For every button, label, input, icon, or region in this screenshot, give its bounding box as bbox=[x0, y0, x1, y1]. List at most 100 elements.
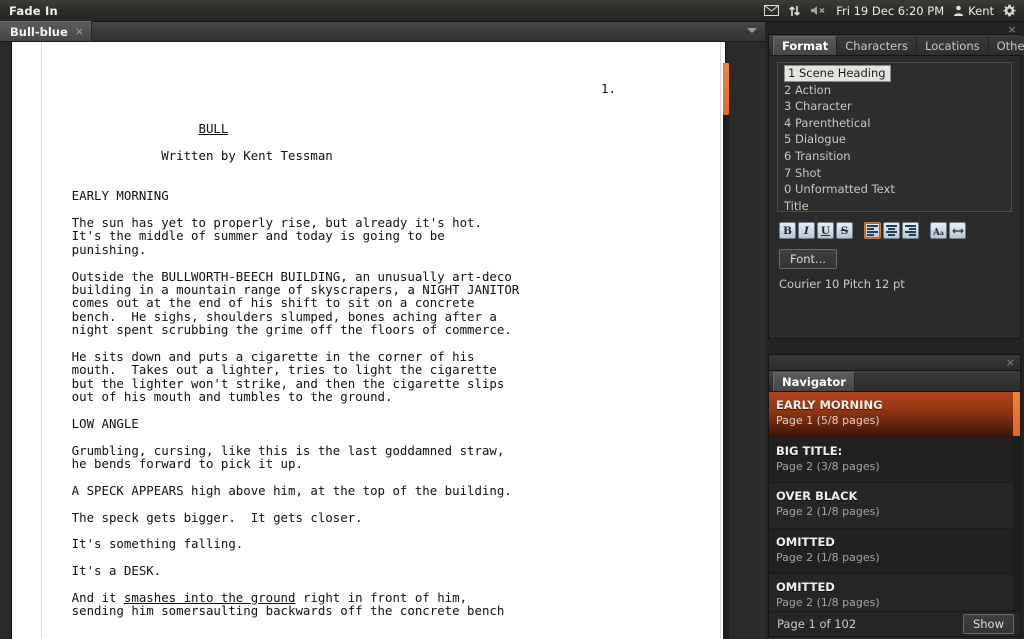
svg-text:a: a bbox=[940, 230, 944, 236]
bold-button[interactable]: B bbox=[779, 222, 796, 239]
font-size-icon[interactable]: Aa bbox=[930, 222, 947, 239]
user-icon bbox=[954, 5, 964, 16]
document-tab-label: Bull-blue bbox=[10, 24, 68, 39]
gear-icon[interactable] bbox=[1003, 4, 1016, 17]
navigator-item[interactable]: OVER BLACK Page 2 (1/8 pages) bbox=[769, 483, 1020, 529]
navigator-scene-list[interactable]: EARLY MORNING Page 1 (5/8 pages) BIG TITLE… bbox=[769, 392, 1020, 628]
format-list-item[interactable]: 1 Scene Heading bbox=[781, 65, 1008, 82]
format-list-item[interactable]: 6 Transition bbox=[781, 148, 1008, 165]
element-format-list[interactable]: 1 Scene Heading 2 Action 3 Character 4 Pare… bbox=[777, 62, 1012, 212]
format-list-item[interactable]: 5 Dialogue bbox=[781, 131, 1008, 148]
font-description: Courier 10 Pitch 12 pt bbox=[779, 277, 905, 291]
close-icon[interactable]: × bbox=[75, 26, 84, 37]
script-blank-line bbox=[12, 96, 725, 109]
document-scrollbar-thumb[interactable] bbox=[723, 63, 729, 115]
network-updown-icon[interactable] bbox=[788, 5, 801, 17]
navigator-panel: × Navigator EARLY MORNING Page 1 (5/8 pag… bbox=[768, 354, 1021, 637]
user-menu[interactable]: Kent bbox=[953, 4, 994, 18]
align-right-icon[interactable] bbox=[902, 222, 919, 239]
tab-format[interactable]: Format bbox=[773, 36, 838, 55]
tab-locations-label: Locations bbox=[924, 38, 980, 53]
navigator-scrollbar[interactable] bbox=[1013, 392, 1020, 628]
navigator-scrollbar-thumb[interactable] bbox=[1013, 392, 1020, 436]
script-blank-line bbox=[12, 203, 725, 216]
navigator-item-pages: Page 1 (5/8 pages) bbox=[776, 414, 880, 427]
mail-icon[interactable] bbox=[764, 5, 780, 16]
script-blank-line bbox=[12, 524, 725, 537]
navigator-close-icon[interactable]: × bbox=[1006, 356, 1015, 369]
tab-navigator[interactable]: Navigator bbox=[773, 372, 855, 391]
format-list-item[interactable]: 0 Unformatted Text bbox=[781, 181, 1008, 198]
font-button[interactable]: Font... bbox=[779, 249, 838, 269]
script-action-line: Outside the BULLWORTH-BEECH BUILDING, an… bbox=[12, 268, 512, 284]
script-blank-line bbox=[12, 471, 725, 484]
script-action-line: bench. He sighs, shoulders slumped, bone… bbox=[12, 308, 497, 324]
navigator-item[interactable]: EARLY MORNING Page 1 (5/8 pages) bbox=[769, 392, 1020, 438]
format-list-item[interactable]: 3 Character bbox=[781, 98, 1008, 115]
script-action-line: sending him somersaulting backwards off … bbox=[12, 603, 505, 619]
fade-in-window: Bull-blue × 1. BULL Written by Kent Tess… bbox=[0, 21, 1024, 639]
script-blank-line bbox=[12, 404, 725, 417]
system-top-panel: Fade In Fri 19 Dec 6:20 PM Kent bbox=[0, 0, 1024, 22]
align-left-icon[interactable] bbox=[864, 222, 881, 239]
script-action-line: The speck gets bigger. It gets closer. bbox=[12, 509, 363, 525]
tab-locations[interactable]: Locations bbox=[916, 36, 989, 55]
format-panel: Format Characters Locations Other 1 Scen… bbox=[768, 34, 1024, 339]
panel-app-title[interactable]: Fade In bbox=[9, 4, 58, 18]
clock[interactable]: Fri 19 Dec 6:20 PM bbox=[836, 4, 944, 18]
volume-muted-icon[interactable] bbox=[810, 5, 827, 16]
font-button-row: Font... bbox=[779, 249, 1012, 269]
script-scene-heading: EARLY MORNING bbox=[12, 188, 169, 204]
navigator-item-pages: Page 2 (3/8 pages) bbox=[776, 459, 880, 473]
document-area[interactable]: 1. BULL Written by Kent Tessman EARLY MO… bbox=[0, 42, 765, 639]
navigator-item-pages: Page 2 (1/8 pages) bbox=[776, 505, 880, 518]
document-tab-bull-blue[interactable]: Bull-blue × bbox=[0, 21, 92, 41]
user-name: Kent bbox=[968, 3, 994, 18]
script-blank-line bbox=[12, 578, 725, 591]
formatting-toolbar: B I U S A a bbox=[779, 222, 1012, 239]
align-center-icon[interactable] bbox=[883, 222, 900, 239]
script-blank-line bbox=[12, 256, 725, 269]
script-blank-line bbox=[12, 551, 725, 564]
navigator-statusbar: Page 1 of 102 Show bbox=[769, 611, 1020, 636]
tab-characters[interactable]: Characters bbox=[837, 36, 917, 55]
chevron-down-icon[interactable] bbox=[747, 28, 757, 33]
script-action-line: out of his mouth and tumbles to the grou… bbox=[12, 389, 393, 405]
script-action-line: Grumbling, cursing, like this is the las… bbox=[12, 442, 505, 458]
format-list-item[interactable]: 4 Parenthetical bbox=[781, 115, 1008, 132]
script-blank-line bbox=[12, 136, 725, 149]
navigator-item[interactable]: BIG TITLE: Page 2 (3/8 pages) bbox=[769, 437, 1020, 483]
screenplay-text[interactable]: 1. BULL Written by Kent Tessman EARLY MO… bbox=[12, 42, 725, 618]
italic-button[interactable]: I bbox=[798, 222, 815, 239]
script-blank-line bbox=[12, 109, 725, 122]
navigator-item-title: OMITTED bbox=[776, 580, 835, 594]
script-blank-line bbox=[12, 176, 725, 189]
navigator-item[interactable]: OMITTED Page 2 (1/8 pages) bbox=[769, 528, 1020, 574]
script-action-line: but the lighter won't strike, and then t… bbox=[12, 375, 505, 391]
line-width-icon[interactable] bbox=[949, 222, 966, 239]
show-button[interactable]: Show bbox=[962, 614, 1014, 634]
script-blank-line bbox=[12, 430, 725, 443]
tab-other[interactable]: Other bbox=[988, 36, 1024, 55]
script-action-line: He sits down and puts a cigarette in the… bbox=[12, 348, 475, 364]
script-action-line: It's something falling. bbox=[12, 536, 244, 552]
script-action-line: And it smashes into the ground right in … bbox=[12, 590, 468, 606]
script-title-text: BULL bbox=[198, 121, 229, 137]
format-panel-body: 1 Scene Heading 2 Action 3 Character 4 Pare… bbox=[769, 56, 1020, 291]
script-page-number: 1. bbox=[601, 81, 616, 97]
script-scene-heading: LOW ANGLE bbox=[12, 415, 139, 431]
format-list-item-selected[interactable]: 1 Scene Heading bbox=[784, 65, 891, 82]
script-blank-line bbox=[12, 337, 725, 350]
script-page[interactable]: 1. BULL Written by Kent Tessman EARLY MO… bbox=[12, 42, 725, 639]
script-action-line: A SPECK APPEARS high above him, at the t… bbox=[12, 482, 512, 498]
script-action-line: night spent scrubbing the grime off the … bbox=[12, 322, 512, 338]
strikethrough-button[interactable]: S bbox=[836, 222, 853, 239]
format-list-item[interactable]: Title bbox=[781, 198, 1008, 211]
document-scrollbar[interactable] bbox=[723, 63, 729, 639]
script-byline: Written by Kent Tessman bbox=[12, 148, 333, 164]
page-status-text: Page 1 of 102 bbox=[777, 617, 857, 631]
format-list-item[interactable]: 7 Shot bbox=[781, 165, 1008, 182]
format-list-item[interactable]: 2 Action bbox=[781, 82, 1008, 99]
underline-button[interactable]: U bbox=[817, 222, 834, 239]
navigator-item-pages: Page 2 (1/8 pages) bbox=[776, 596, 880, 609]
